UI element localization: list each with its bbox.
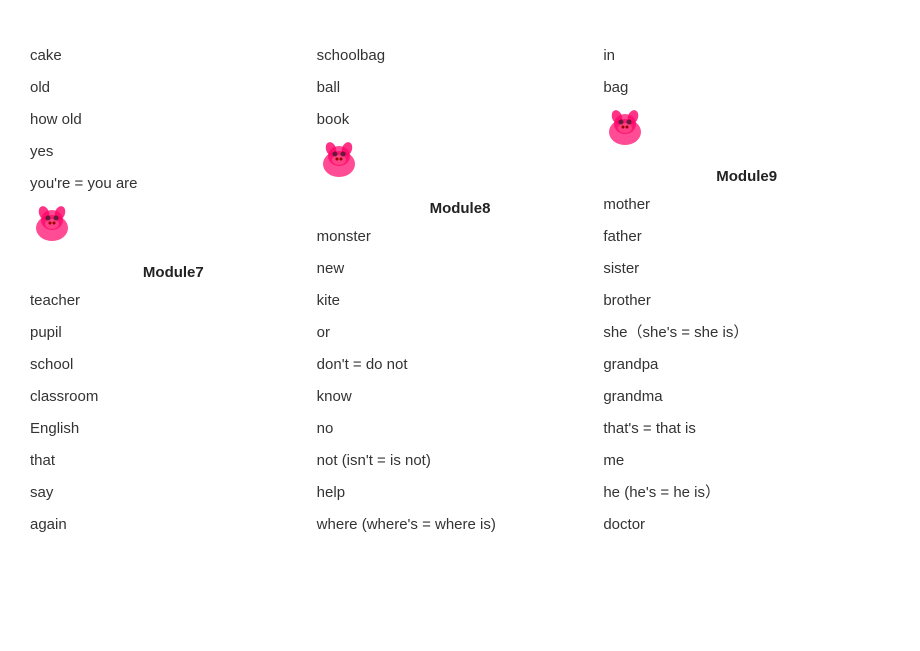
item-mother: mother xyxy=(603,189,890,221)
item-father: father xyxy=(603,221,890,253)
item-cake: cake xyxy=(30,40,317,72)
column-3: in bag Module9 mother father sister brot… xyxy=(603,40,890,541)
pig-icon-2 xyxy=(317,136,604,196)
item-she: she（she's = she is） xyxy=(603,317,890,349)
column-1: cake old how old yes you're = you are Mo… xyxy=(30,40,317,541)
item-or: or xyxy=(317,317,604,349)
item-kite: kite xyxy=(317,285,604,317)
module8-title: Module8 xyxy=(317,196,604,221)
item-grandma: grandma xyxy=(603,381,890,413)
module9-title: Module9 xyxy=(603,164,890,189)
item-that: that xyxy=(30,445,317,477)
item-thats: that's = that is xyxy=(603,413,890,445)
pig-icon-3 xyxy=(603,104,890,164)
item-he: he (he's = he is） xyxy=(603,477,890,509)
item-brother: brother xyxy=(603,285,890,317)
item-how-old: how old xyxy=(30,104,317,136)
item-ball: ball xyxy=(317,72,604,104)
item-yes: yes xyxy=(30,136,317,168)
item-help: help xyxy=(317,477,604,509)
item-pupil: pupil xyxy=(30,317,317,349)
item-me: me xyxy=(603,445,890,477)
item-schoolbag: schoolbag xyxy=(317,40,604,72)
item-book: book xyxy=(317,104,604,136)
item-monster: monster xyxy=(317,221,604,253)
item-sister: sister xyxy=(603,253,890,285)
pig-icon-1 xyxy=(30,200,317,260)
item-where: where (where's = where is) xyxy=(317,509,604,541)
item-old: old xyxy=(30,72,317,104)
item-new: new xyxy=(317,253,604,285)
item-grandpa: grandpa xyxy=(603,349,890,381)
item-not: not (isn't = is not) xyxy=(317,445,604,477)
item-no: no xyxy=(317,413,604,445)
item-know: know xyxy=(317,381,604,413)
item-bag: bag xyxy=(603,72,890,104)
item-classroom: classroom xyxy=(30,381,317,413)
main-content: cake old how old yes you're = you are Mo… xyxy=(0,0,920,581)
item-youre: you're = you are xyxy=(30,168,317,200)
column-2: schoolbag ball book Module8 monster new … xyxy=(317,40,604,541)
item-again: again xyxy=(30,509,317,541)
item-dont: don't = do not xyxy=(317,349,604,381)
item-in: in xyxy=(603,40,890,72)
item-school: school xyxy=(30,349,317,381)
item-say: say xyxy=(30,477,317,509)
module7-title: Module7 xyxy=(30,260,317,285)
item-english: English xyxy=(30,413,317,445)
item-teacher: teacher xyxy=(30,285,317,317)
item-doctor: doctor xyxy=(603,509,890,541)
